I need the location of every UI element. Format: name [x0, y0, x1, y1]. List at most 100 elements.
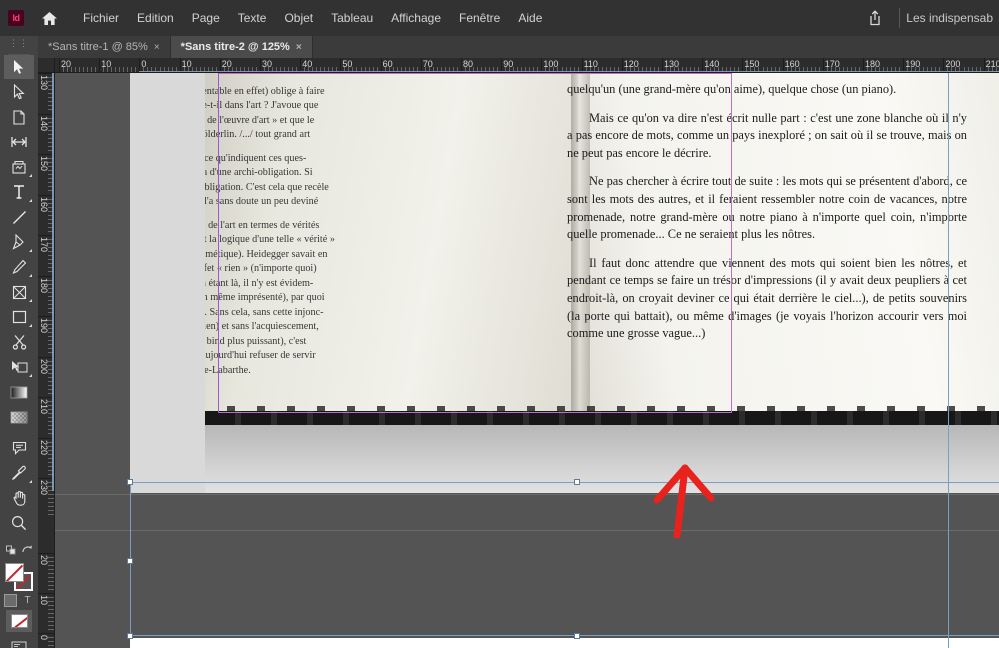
close-icon[interactable]: × — [296, 42, 302, 53]
free-transform-tool[interactable] — [4, 355, 34, 379]
share-icon[interactable] — [861, 5, 889, 31]
ruler-minor-tick — [590, 67, 591, 73]
ruler-minor-tick — [48, 502, 55, 503]
menu-item-objet[interactable]: Objet — [275, 7, 322, 29]
page-tool[interactable] — [4, 105, 34, 129]
selection-tool[interactable] — [4, 55, 34, 79]
right-page-paragraph: Ne pas chercher à écrire tout de suite :… — [567, 173, 967, 243]
ruler-minor-tick — [328, 67, 329, 73]
format-affects-container-icon[interactable] — [4, 594, 17, 607]
ruler-minor-tick — [208, 67, 209, 73]
format-affects-text-icon[interactable]: T — [21, 594, 34, 607]
home-icon[interactable] — [36, 5, 62, 31]
workspace-selector[interactable]: Les indispensab — [906, 11, 999, 25]
close-icon[interactable]: × — [154, 42, 160, 53]
ruler-minor-tick — [843, 67, 844, 73]
rectangle-tool[interactable] — [4, 305, 34, 329]
line-tool[interactable] — [4, 205, 34, 229]
ruler-minor-tick — [336, 67, 337, 73]
normal-view-mode-button[interactable] — [6, 635, 32, 648]
note-tool[interactable] — [4, 436, 34, 460]
scissors-tool[interactable] — [4, 330, 34, 354]
left-page-line: (oxie mimétique). Heidegger savait en — [205, 248, 396, 262]
fill-stroke-swatches[interactable] — [4, 562, 34, 592]
menu-item-texte[interactable]: Texte — [229, 7, 276, 29]
frame-tool[interactable] — [4, 280, 34, 304]
left-page-line: possible. Sans cela, sans cette injonc- — [205, 306, 396, 320]
left-page-line: zu de Hölderlin. /.../ tout grand art — [205, 128, 396, 142]
ruler-minor-tick — [425, 67, 426, 73]
tools-panel[interactable]: ⋮⋮ — [0, 36, 38, 648]
swap-fill-stroke-icon[interactable] — [6, 542, 18, 560]
direct-selection-tool[interactable] — [4, 80, 34, 104]
tool-flyout-indicator — [29, 274, 32, 277]
gap-tool[interactable] — [4, 130, 34, 154]
selection-bounding-box[interactable] — [130, 482, 999, 636]
ruler-origin-corner[interactable] — [38, 58, 55, 73]
menu-item-fentre[interactable]: Fenêtre — [450, 7, 509, 29]
content-collector-tool[interactable] — [4, 155, 34, 179]
ruler-minor-tick — [433, 67, 434, 73]
selection-handle-middle-left[interactable] — [127, 558, 133, 564]
ruler-minor-tick — [578, 67, 579, 73]
ruler-minor-tick — [493, 67, 494, 73]
panel-grip-icon[interactable]: ⋮⋮ — [0, 36, 38, 50]
apply-none-button[interactable] — [6, 610, 32, 632]
menu-item-page[interactable]: Page — [183, 7, 229, 29]
ruler-minor-tick — [586, 67, 587, 73]
ruler-minor-tick — [316, 67, 317, 73]
menu-item-fichier[interactable]: Fichier — [74, 7, 128, 29]
ruler-minor-tick — [505, 67, 506, 73]
page-spread-1[interactable]: 'improbentable en effet) oblige à fairee… — [130, 73, 999, 493]
ruler-minor-tick — [67, 67, 68, 73]
menu-item-edition[interactable]: Edition — [128, 7, 183, 29]
ruler-minor-tick — [509, 67, 510, 73]
scanned-book-image[interactable]: 'improbentable en effet) oblige à fairee… — [205, 73, 999, 421]
ruler-minor-tick — [533, 67, 534, 73]
document-canvas[interactable]: 'improbentable en effet) oblige à fairee… — [55, 73, 999, 648]
ruler-minor-tick — [48, 569, 55, 570]
horizontal-ruler[interactable]: 2010010203040506070809010011012013014015… — [55, 58, 999, 73]
menu-item-affichage[interactable]: Affichage — [382, 7, 450, 29]
ruler-minor-tick — [79, 67, 80, 73]
default-fill-stroke-icon[interactable] — [21, 542, 33, 560]
ruler-minor-tick — [48, 565, 55, 566]
document-tab-2[interactable]: *Sans titre-2 @ 125%× — [171, 36, 313, 58]
pencil-tool[interactable] — [4, 255, 34, 279]
document-tab-1[interactable]: *Sans titre-1 @ 85%× — [38, 36, 171, 58]
gradient-feather-tool[interactable] — [4, 405, 34, 429]
ruler-minor-tick — [807, 67, 808, 73]
ruler-minor-tick — [964, 67, 965, 73]
ruler-minor-tick — [204, 67, 205, 73]
menu-item-tableau[interactable]: Tableau — [322, 7, 382, 29]
ruler-minor-tick — [268, 67, 269, 73]
zoom-tool[interactable] — [4, 511, 34, 535]
ruler-minor-tick — [397, 67, 398, 73]
ruler-minor-tick — [48, 605, 55, 606]
ruler-tick — [38, 633, 55, 634]
hand-tool[interactable] — [4, 486, 34, 510]
page-spread-2-left[interactable] — [130, 638, 655, 648]
ruler-minor-tick — [123, 67, 124, 73]
menu-bar: Id FichierEditionPageTexteObjetTableauAf… — [0, 0, 999, 36]
left-page-line: » Lacoue-Labarthe. — [205, 364, 396, 378]
ruler-minor-tick — [284, 67, 285, 73]
eyedropper-tool[interactable] — [4, 461, 34, 485]
fill-swatch[interactable] — [5, 563, 24, 582]
left-page-line: l double bind plus puissant), c'est — [205, 335, 396, 349]
vertical-ruler[interactable]: 13014015016017018019020021022023020100 — [38, 73, 55, 648]
ruler-minor-tick — [562, 67, 563, 73]
type-tool[interactable] — [4, 180, 34, 204]
menu-item-aide[interactable]: Aide — [509, 7, 551, 29]
ruler-minor-tick — [771, 67, 772, 73]
left-page-line: tte qu'un étant là, il n'y est évidem- — [205, 277, 396, 291]
ruler-minor-tick — [722, 67, 723, 73]
ruler-minor-tick — [111, 67, 112, 73]
gradient-swatch-tool[interactable] — [4, 380, 34, 404]
ruler-minor-tick — [867, 67, 868, 73]
left-page-line: us faut aujourd'hui refuser de servir — [205, 349, 396, 363]
ruler-minor-tick — [614, 67, 615, 73]
ruler-minor-tick — [312, 67, 313, 73]
ruler-minor-tick — [119, 67, 120, 73]
pen-tool[interactable] — [4, 230, 34, 254]
